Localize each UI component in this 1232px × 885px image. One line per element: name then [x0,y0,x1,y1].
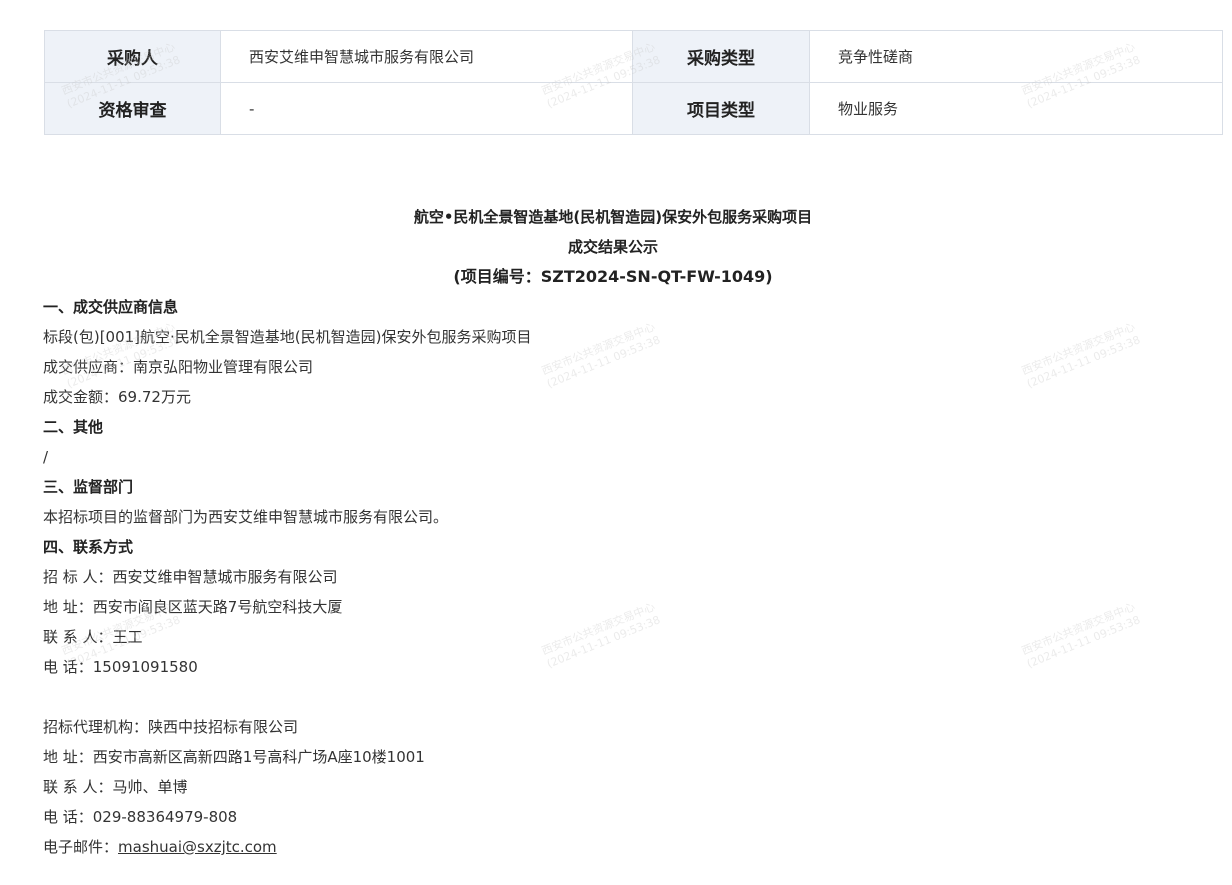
other-body: / [43,448,49,466]
qualification-review-value: - [220,82,633,135]
agency-contact-line: 联 系 人：马帅、单博 [43,778,188,796]
email-label: 电子邮件： [43,838,119,856]
tenderer-phone-line: 电 话：15091091580 [43,658,198,676]
notice-title: 航空•民机全景智造基地(民机智造园)保安外包服务采购项目 [413,208,813,226]
section-heading-contact: 四、联系方式 [43,538,134,556]
qualification-review-label: 资格审查 [44,82,221,135]
email-link[interactable]: mashuai@sxzjtc.com [118,838,277,856]
tenderer-contact-line: 联 系 人：王工 [43,628,143,646]
email-line: 电子邮件：mashuai@sxzjtc.com [43,832,1183,862]
amount-line: 成交金额：69.72万元 [43,388,191,406]
result-notice: 航空•民机全景智造基地(民机智造园)保安外包服务采购项目 成交结果公示 (项目编… [43,202,1183,862]
table-row: 采购人 西安艾维申智慧城市服务有限公司 采购类型 竞争性磋商 [44,30,1223,83]
section-heading-other: 二、其他 [43,418,104,436]
agency-line: 招标代理机构：陕西中技招标有限公司 [43,718,299,736]
project-number: (项目编号：SZT2024-SN-QT-FW-1049) [453,267,773,286]
purchaser-value: 西安艾维申智慧城市服务有限公司 [220,30,633,83]
purchaser-label: 采购人 [44,30,221,83]
table-row: 资格审查 - 项目类型 物业服务 [44,82,1223,135]
procurement-info-table: 采购人 西安艾维申智慧城市服务有限公司 采购类型 竞争性磋商 资格审查 - 项目… [44,30,1223,135]
tenderer-line: 招 标 人：西安艾维申智慧城市服务有限公司 [43,568,338,586]
agency-phone-line: 电 话：029-88364979-808 [43,808,238,826]
procurement-type-value: 竞争性磋商 [809,30,1223,83]
section-heading-supplier: 一、成交供应商信息 [43,298,179,316]
supervision-body: 本招标项目的监督部门为西安艾维申智慧城市服务有限公司。 [43,508,449,526]
project-type-label: 项目类型 [632,82,810,135]
agency-address-line: 地 址：西安市高新区高新四路1号高科广场A座10楼1001 [43,748,425,766]
section-heading-supervision: 三、监督部门 [43,478,134,496]
notice-subtitle: 成交结果公示 [567,238,658,256]
procurement-type-label: 采购类型 [632,30,810,83]
supplier-line: 成交供应商：南京弘阳物业管理有限公司 [43,358,314,376]
lot-line: 标段(包)[001]航空·民机全景智造基地(民机智造园)保安外包服务采购项目 [43,328,532,346]
project-type-value: 物业服务 [809,82,1223,135]
tenderer-address-line: 地 址：西安市阎良区蓝天路7号航空科技大厦 [43,598,343,616]
